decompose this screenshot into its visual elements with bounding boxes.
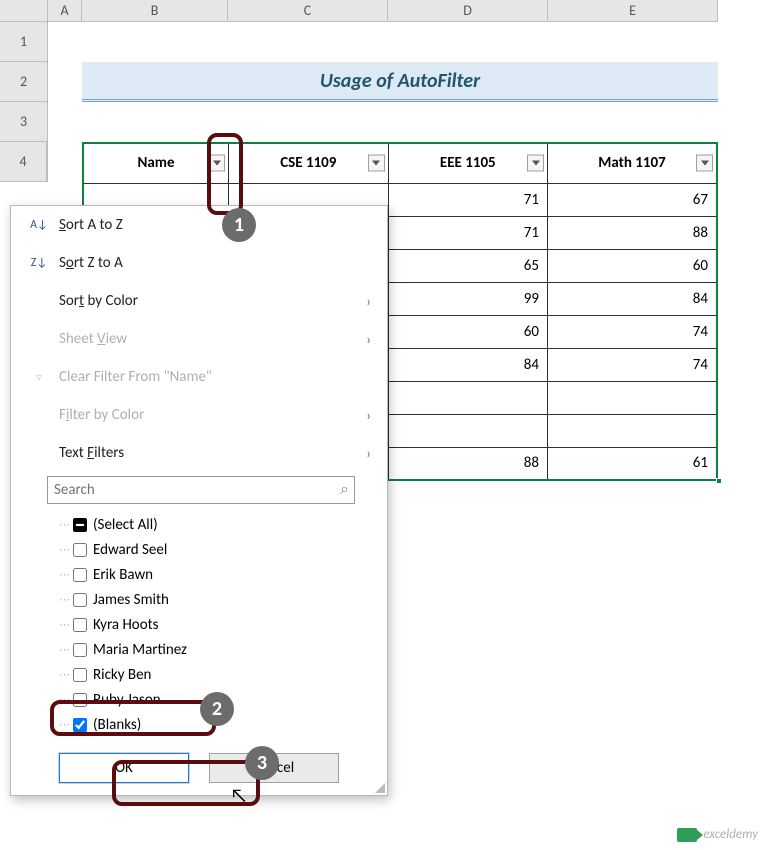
cancel-button[interactable]: Cancel [209,753,339,783]
chevron-right-icon: › [366,445,371,462]
filter-item[interactable]: ⋯Ruby Jason [59,687,355,712]
header-name: Name [83,143,229,183]
col-header-b[interactable]: B [82,0,228,22]
column-header-row: A B C D E [0,0,768,22]
row-header-2[interactable]: 2 [0,62,48,102]
cell[interactable]: 74 [548,315,717,348]
cell[interactable]: 84 [548,282,717,315]
menu-filter-by-color: Filter by Color › [11,396,387,434]
cell[interactable] [388,381,547,414]
cell[interactable]: 99 [388,282,547,315]
menu-sort-az[interactable]: A↓ Sort A to Z [11,206,387,244]
header-eee: EEE 1105 [388,143,547,183]
header-cse: CSE 1109 [229,143,388,183]
header-eee-label: EEE 1105 [440,154,496,172]
watermark: exceldemy [677,827,758,842]
filter-item-label: (Select All) [93,516,158,534]
sort-az-icon: A↓ [27,218,51,232]
filter-button-name[interactable] [208,155,225,172]
resize-grip-icon[interactable] [375,783,385,793]
header-name-label: Name [138,154,175,172]
checkbox-blanks[interactable] [73,718,87,732]
filter-item-label: Kyra Hoots [93,616,159,634]
checkbox[interactable] [73,643,87,657]
cell[interactable]: 67 [548,183,717,216]
filter-item[interactable]: ⋯Kyra Hoots [59,612,355,637]
cell[interactable] [548,414,717,447]
cell[interactable] [388,414,547,447]
filter-item[interactable]: ⋯Edward Seel [59,537,355,562]
row-header-3[interactable]: 3 [0,102,48,142]
menu-sort-za[interactable]: Z↓ Sort Z to A [11,244,387,282]
filter-item-label: Maria Martinez [93,641,187,659]
cell[interactable]: 88 [388,447,547,480]
autofilter-menu: A↓ Sort A to Z Z↓ Sort Z to A Sort by Co… [10,205,388,796]
filter-button-eee[interactable] [527,155,544,172]
menu-clear-filter-label: Clear Filter From "Name" [59,368,212,386]
chevron-right-icon: › [366,407,371,424]
checkbox[interactable] [73,668,87,682]
filter-item[interactable]: ⋯James Smith [59,587,355,612]
clear-filter-icon: ▿ [27,370,51,385]
menu-sort-by-color[interactable]: Sort by Color › [11,282,387,320]
filter-item-label: James Smith [93,591,169,609]
watermark-text: exceldemy [703,827,758,842]
checkbox[interactable] [73,693,87,707]
cell[interactable]: 71 [388,216,547,249]
filter-item-label: Ricky Ben [93,666,151,684]
checkbox[interactable] [73,618,87,632]
filter-button-cse[interactable] [368,155,385,172]
header-cse-label: CSE 1109 [280,154,336,172]
cell[interactable]: 74 [548,348,717,381]
checkbox[interactable] [73,593,87,607]
col-header-d[interactable]: D [388,0,548,22]
filter-search-input[interactable] [47,476,355,504]
filter-item-label: Ruby Jason [93,691,161,709]
cell[interactable]: 88 [548,216,717,249]
filter-item-select-all[interactable]: ⋯(Select All) [59,512,355,537]
checkbox-select-all[interactable] [73,518,87,532]
cell[interactable]: 84 [388,348,547,381]
filter-checklist: ⋯(Select All) ⋯Edward Seel ⋯Erik Bawn ⋯J… [59,512,355,737]
header-math: Math 1107 [548,143,717,183]
chevron-right-icon: › [366,293,371,310]
filter-button-math[interactable] [696,155,713,172]
col-header-e[interactable]: E [548,0,718,22]
select-all-corner[interactable] [0,0,48,22]
cell[interactable]: 60 [388,315,547,348]
cell[interactable] [548,381,717,414]
menu-sheet-view: Sheet View › [11,320,387,358]
filter-item-label: Edward Seel [93,541,167,559]
cell[interactable]: 61 [548,447,717,480]
filter-item[interactable]: ⋯Ricky Ben [59,662,355,687]
search-icon: ⌕ [340,480,349,499]
col-header-c[interactable]: C [228,0,388,22]
sort-za-icon: Z↓ [27,256,51,270]
row-header-4[interactable]: 4 [0,142,48,182]
cell[interactable]: 65 [388,249,547,282]
col-header-a[interactable]: A [48,0,82,22]
filter-item[interactable]: ⋯Maria Martinez [59,637,355,662]
filter-item-label: (Blanks) [93,716,141,734]
checkbox[interactable] [73,568,87,582]
row-header-1[interactable]: 1 [0,22,48,62]
checkbox[interactable] [73,543,87,557]
cell[interactable]: 60 [548,249,717,282]
cell[interactable]: 71 [388,183,547,216]
page-title: Usage of AutoFilter [82,62,718,102]
row-header-col: 1 2 3 4 [0,22,48,182]
menu-clear-filter: ▿ Clear Filter From "Name" [11,358,387,396]
filter-item[interactable]: ⋯Erik Bawn [59,562,355,587]
selection-handle[interactable] [716,478,722,484]
header-math-label: Math 1107 [598,154,665,172]
chevron-right-icon: › [366,331,371,348]
filter-item-label: Erik Bawn [93,566,153,584]
watermark-logo-icon [677,828,697,842]
ok-button[interactable]: OK [59,753,189,783]
menu-text-filters[interactable]: Text Filters › [11,434,387,472]
filter-item-blanks[interactable]: ⋯(Blanks) [59,712,355,737]
